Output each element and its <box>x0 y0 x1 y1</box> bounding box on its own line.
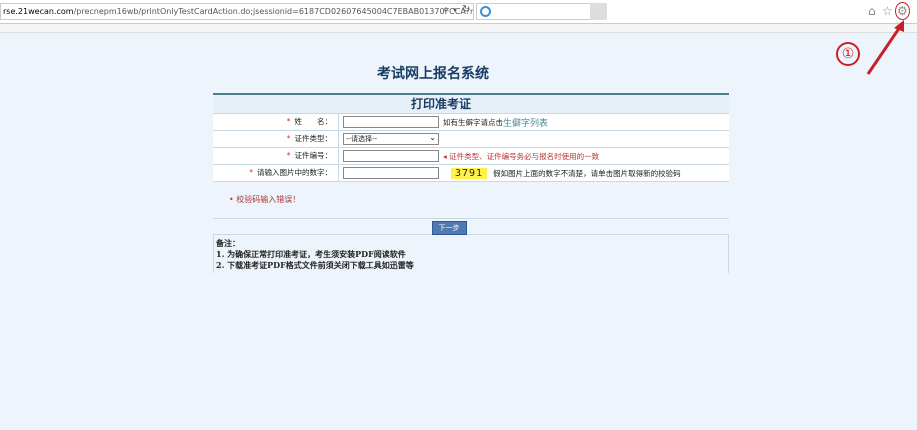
label-id-type: 证件类型： <box>294 134 333 143</box>
captcha-image[interactable]: 3791 <box>451 167 488 179</box>
ie-icon <box>480 6 491 17</box>
browser-toolbar: rse.21wecan.com/precnepm16wb/printOnlyTe… <box>0 0 917 24</box>
note-item: 1. 为确保正常打印准考证，考生须安装PDF阅读软件 <box>216 249 406 259</box>
browser-tab[interactable] <box>476 3 606 20</box>
url-path: /precnepm16wb/printOnlyTestCardAction.do… <box>73 7 473 16</box>
next-step-button[interactable]: 下一步 <box>431 221 467 235</box>
chevron-down-icon: ⌄ <box>429 133 436 142</box>
required-mark: * <box>286 117 291 126</box>
rare-chars-link[interactable]: 生僻字列表 <box>503 116 548 129</box>
label-captcha: 请输入图片中的数字： <box>257 168 332 177</box>
star-icon[interactable]: ☆ <box>882 4 893 18</box>
command-bar <box>0 25 917 33</box>
row-name: * 姓 名： 如有生僻字请点击 生僻字列表 <box>213 113 729 130</box>
home-icon[interactable]: ⌂ <box>868 4 876 18</box>
search-icon[interactable]: ⌕ <box>443 4 449 15</box>
hint-rare-chars: 如有生僻字请点击 <box>443 117 503 127</box>
captcha-input[interactable] <box>343 167 439 179</box>
form-header: 打印准考证 <box>213 95 729 113</box>
id-type-select[interactable]: --请选择-- ⌄ <box>343 133 439 145</box>
captcha-hint: 假如图片上面的数字不清楚，请单击图片取得新的校验码 <box>493 168 681 178</box>
notes-title: 备注： <box>216 238 240 248</box>
error-text: 校验码输入错误！ <box>236 195 301 204</box>
address-bar[interactable]: rse.21wecan.com/precnepm16wb/printOnlyTe… <box>0 3 474 20</box>
dropdown-icon[interactable]: ▾ <box>453 6 457 14</box>
row-id-type: * 证件类型： --请选择-- ⌄ <box>213 130 729 147</box>
row-id-number: * 证件编号： ◂ 证件类型、证件编号务必与报名时使用的一致 <box>213 147 729 164</box>
select-value: --请选择-- <box>346 135 378 143</box>
page-title: 考试网上报名系统 <box>377 66 489 82</box>
refresh-icon[interactable]: ↻ <box>462 4 470 15</box>
required-mark: * <box>249 168 253 177</box>
id-number-input[interactable] <box>343 150 439 162</box>
required-mark: * <box>286 134 291 143</box>
row-captcha: * 请输入图片中的数字： 3791 假如图片上面的数字不清楚，请单击图片取得新的校验… <box>213 164 729 181</box>
url-host: rse.21wecan.com <box>3 7 74 16</box>
annotation-arrow <box>866 20 904 75</box>
required-mark: * <box>286 151 291 160</box>
label-id-number: 证件编号： <box>294 151 333 160</box>
error-message: • 校验码输入错误！ <box>213 181 729 219</box>
id-warning: ◂ 证件类型、证件编号务必与报名时使用的一致 <box>443 151 600 161</box>
label-name: 姓 名： <box>294 117 333 126</box>
new-tab-button[interactable] <box>590 3 607 20</box>
notes: 备注： 1. 为确保正常打印准考证，考生须安装PDF阅读软件 2. 下载准考证P… <box>213 235 729 273</box>
note-item: 2. 下载准考证PDF格式文件前须关闭下载工具如迅雷等 <box>216 260 414 270</box>
name-input[interactable] <box>343 116 439 128</box>
print-card-form: 打印准考证 * 姓 名： 如有生僻字请点击 生僻字列表 * 证件类型： --请选择--… <box>213 93 729 273</box>
